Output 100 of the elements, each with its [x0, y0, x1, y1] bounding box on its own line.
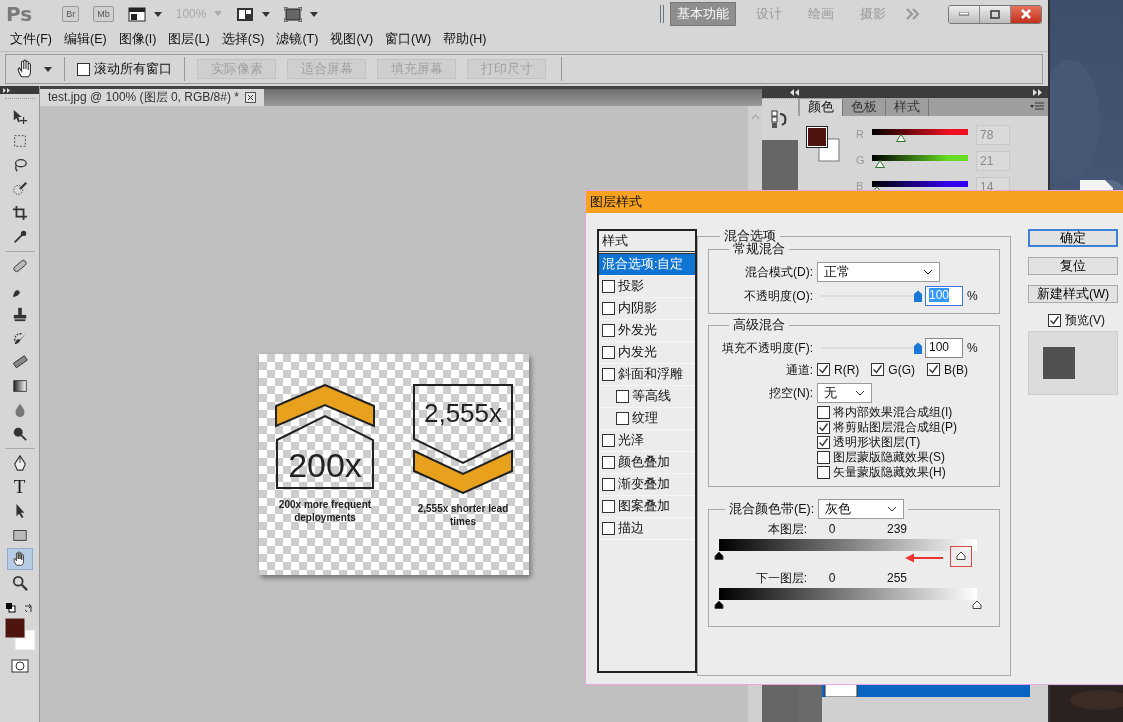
group-title: 混合选项: [723, 229, 776, 243]
minimize-button[interactable]: [949, 5, 980, 23]
menu-item[interactable]: 编辑(E): [57, 32, 113, 47]
style-list-item[interactable]: 斜面和浮雕: [599, 364, 695, 386]
checkbox[interactable]: [616, 412, 629, 425]
chevron-icon[interactable]: [855, 390, 865, 396]
menu-item[interactable]: 窗口(W): [379, 32, 438, 47]
checkbox[interactable]: [817, 406, 830, 419]
menu-item[interactable]: 滤镜(T): [270, 32, 325, 47]
field-label: 下一图层:: [754, 570, 807, 586]
slider-thumb[interactable]: [714, 551, 724, 560]
minimize-icon[interactable]: [959, 12, 969, 16]
checkbox[interactable]: [602, 500, 615, 513]
film-strip-icon[interactable]: [127, 6, 146, 22]
checkbox[interactable]: [817, 451, 830, 464]
style-list-item[interactable]: 外发光: [599, 320, 695, 342]
checkbox[interactable]: [602, 324, 615, 337]
checkbox[interactable]: [602, 280, 615, 293]
slider-thumb[interactable]: [972, 600, 982, 609]
style-list-item[interactable]: 混合选项:自定: [599, 254, 695, 276]
close-icon[interactable]: [244, 92, 256, 103]
screen-mode-icon[interactable]: [284, 6, 303, 22]
checkbox-label: B(B): [944, 362, 968, 378]
menu-item[interactable]: 图层(L): [162, 32, 216, 47]
chevron-icon[interactable]: [887, 506, 898, 512]
mini-bridge-button[interactable]: Mb: [93, 5, 114, 23]
default-colors-icon[interactable]: [5, 603, 16, 613]
checkbox[interactable]: [602, 434, 615, 447]
caret-icon[interactable]: [310, 11, 319, 17]
restore-button[interactable]: [980, 5, 1011, 23]
checkbox[interactable]: [817, 466, 830, 479]
style-list-item[interactable]: 光泽: [599, 430, 695, 452]
swap-icon[interactable]: [23, 603, 34, 613]
arrow: [904, 553, 945, 563]
style-list-item[interactable]: 纹理: [599, 408, 695, 430]
checkbox[interactable]: [602, 368, 615, 381]
chevron-icon[interactable]: [923, 269, 933, 275]
quick-mask-icon[interactable]: [10, 659, 29, 673]
history-icon[interactable]: [771, 109, 789, 130]
checkbox[interactable]: [602, 478, 615, 491]
checkbox-label: 透明形状图层(T): [833, 435, 921, 450]
layer-row[interactable]: [822, 685, 1030, 697]
checkbox[interactable]: [817, 363, 830, 377]
menu-item[interactable]: 帮助(H): [437, 32, 493, 47]
checkbox[interactable]: [927, 363, 940, 377]
menu-item[interactable]: 视图(V): [324, 32, 380, 47]
type-tool[interactable]: T: [6, 476, 33, 498]
panel-tab[interactable]: 色板: [843, 99, 886, 116]
slider-thumb[interactable]: [913, 290, 923, 302]
menu-item[interactable]: 文件(F): [4, 32, 58, 47]
checkbox[interactable]: [871, 363, 885, 377]
style-list-item[interactable]: 图案叠加: [599, 496, 695, 518]
menu-item[interactable]: 图像(I): [112, 32, 163, 47]
slider-thumb[interactable]: [714, 600, 724, 609]
caret-icon[interactable]: [262, 11, 271, 17]
checkbox[interactable]: [602, 456, 615, 469]
style-list-item[interactable]: 投影: [599, 276, 695, 298]
caret-icon[interactable]: [153, 11, 162, 17]
dialog-button[interactable]: 复位: [1028, 257, 1118, 275]
dropdown[interactable]: 灰色: [818, 499, 905, 519]
slider-thumb[interactable]: [913, 342, 923, 354]
panel-tab[interactable]: 颜色: [800, 99, 843, 116]
caret-icon[interactable]: [44, 66, 52, 72]
document-tab[interactable]: test.jpg @ 100% (图层 0, RGB/8#) *: [40, 89, 264, 106]
style-list-item[interactable]: 内发光: [599, 342, 695, 364]
checkbox[interactable]: [602, 522, 615, 535]
color-slider[interactable]: [872, 126, 968, 144]
checkbox[interactable]: [77, 62, 90, 76]
dialog-button[interactable]: 新建样式(W): [1028, 285, 1118, 303]
expand-icon[interactable]: [1033, 88, 1042, 96]
checkbox[interactable]: [1048, 313, 1061, 327]
checkbox[interactable]: [817, 421, 830, 434]
bridge-button[interactable]: Br: [62, 5, 80, 23]
checkbox[interactable]: [602, 302, 615, 315]
dialog-button[interactable]: 确定: [1028, 229, 1118, 247]
dropdown[interactable]: 正常: [817, 262, 940, 282]
dropdown[interactable]: 无: [817, 383, 872, 403]
color-swatches[interactable]: [806, 126, 840, 162]
color-slider[interactable]: [872, 152, 968, 170]
style-list-item[interactable]: 等高线: [599, 386, 695, 408]
restore-icon[interactable]: [990, 9, 1000, 19]
close-button[interactable]: [1011, 5, 1041, 23]
hand-icon[interactable]: [6, 548, 33, 570]
style-list-item[interactable]: 渐变叠加: [599, 474, 695, 496]
panel-menu-icon[interactable]: [1030, 102, 1044, 111]
collapse-icon[interactable]: [790, 88, 799, 96]
style-list-item[interactable]: 内阴影: [599, 298, 695, 320]
style-list-item[interactable]: 颜色叠加: [599, 452, 695, 474]
panel-tab[interactable]: 样式: [886, 99, 929, 116]
layout-icon[interactable]: [236, 6, 255, 22]
checkbox[interactable]: [616, 390, 629, 403]
number-field[interactable]: 100: [925, 338, 963, 358]
style-list-item[interactable]: 描边: [599, 518, 695, 540]
expand-icon[interactable]: [3, 87, 11, 93]
app-logo: Ps: [6, 2, 33, 26]
checkbox[interactable]: [602, 346, 615, 359]
menu-item[interactable]: 选择(S): [215, 32, 271, 47]
color-swatches[interactable]: [3, 617, 36, 651]
checkbox[interactable]: [817, 436, 830, 449]
blend-slider[interactable]: [713, 588, 983, 610]
